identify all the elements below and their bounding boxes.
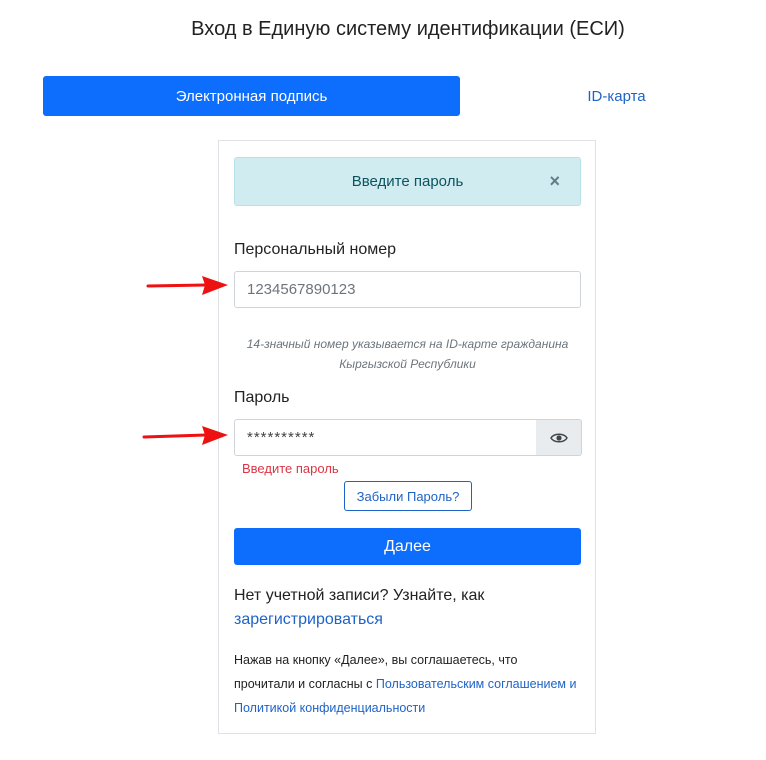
annotation-arrow-icon [146,276,228,295]
password-input[interactable]: ********** [234,419,537,456]
close-icon[interactable]: × [549,171,560,191]
password-label: Пароль [234,389,290,406]
tab-label: ID-карта [587,87,646,105]
register-link[interactable]: зарегистрироваться [234,611,383,628]
password-error: Введите пароль [242,461,339,476]
alert-banner: Введите пароль × [234,157,581,206]
tab-label: Электронная подпись [175,87,328,105]
register-prefix: Нет учетной записи? Узнайте, как [234,587,485,604]
submit-button[interactable]: Далее [234,528,581,565]
register-prompt: Нет учетной записи? Узнайте, как зарегис… [234,584,581,632]
agreement-notice: Нажав на кнопку «Далее», вы соглашаетесь… [234,648,581,720]
eye-icon [549,433,568,442]
tab-electronic-signature[interactable]: Электронная подпись [43,76,460,116]
tab-id-card[interactable]: ID-карта [460,76,766,116]
page-title: Вход в Единую систему идентификации (ЕСИ… [191,18,625,40]
forgot-password-button[interactable]: Забыли Пароль? [344,481,472,511]
alert-message: Введите пароль [351,173,464,190]
annotation-arrow-icon [142,426,228,445]
personal-number-input[interactable]: 1234567890123 [234,271,581,308]
password-value: ********** [247,429,316,446]
show-password-button[interactable] [536,419,582,456]
personal-number-hint: 14-значный номер указывается на ID-карте… [246,337,569,371]
personal-number-placeholder: 1234567890123 [247,281,356,298]
personal-number-label: Персональный номер [234,241,397,258]
